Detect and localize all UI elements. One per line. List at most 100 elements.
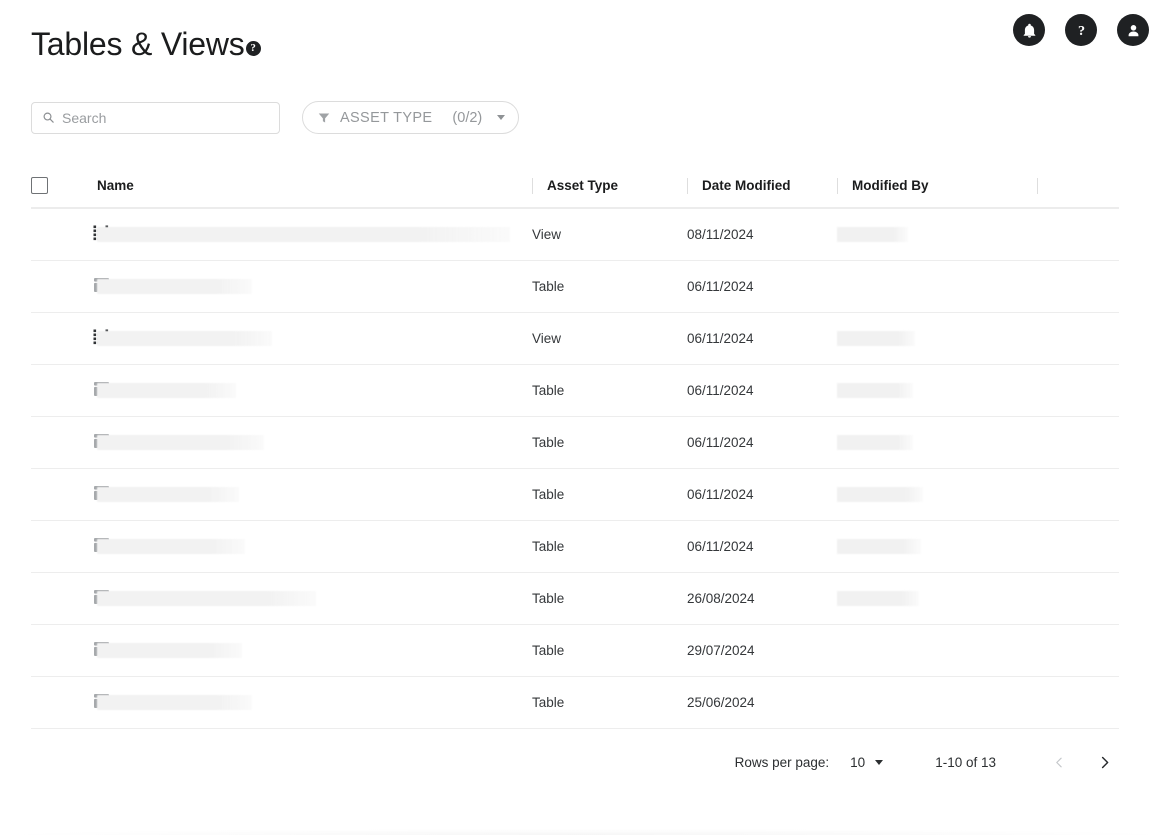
redacted-name-value <box>97 539 245 554</box>
column-divider <box>532 177 533 194</box>
help-circle-icon[interactable]: ? <box>245 40 261 56</box>
cell-actions <box>1037 261 1119 312</box>
rows-per-page-select[interactable]: 10 <box>850 755 884 770</box>
row-type-icon-cell <box>31 365 110 416</box>
cell-modified-by <box>837 365 1037 416</box>
table-row[interactable]: Table 06/11/2024 <box>31 417 1119 469</box>
asset-type-filter-count: (0/2) <box>452 109 483 126</box>
cell-modified-by <box>837 313 1037 364</box>
cell-date-modified: 06/11/2024 <box>687 383 754 398</box>
cell-asset-type: Table <box>532 383 565 398</box>
redacted-name-value <box>97 591 316 606</box>
chevron-left-icon <box>1055 757 1062 767</box>
cell-name[interactable] <box>97 521 532 572</box>
column-header-asset-type[interactable]: Asset Type <box>532 164 687 207</box>
column-header-name[interactable]: Name <box>97 164 532 207</box>
column-header-modified-by[interactable]: Modified By <box>837 164 1037 207</box>
cell-actions <box>1037 313 1119 364</box>
cell-date-modified: 26/08/2024 <box>687 591 755 606</box>
cell-asset-type: View <box>532 227 562 242</box>
redacted-name-value <box>97 435 264 450</box>
help-circle-glyph: ? <box>250 41 256 54</box>
cell-date-modified: 08/11/2024 <box>687 227 754 242</box>
cell-asset-type: Table <box>532 643 565 658</box>
redacted-name-value <box>97 643 242 658</box>
cell-actions <box>1037 365 1119 416</box>
row-type-icon-cell <box>31 261 110 312</box>
cell-date-modified: 29/07/2024 <box>687 643 755 658</box>
row-type-icon-cell <box>31 313 109 364</box>
cell-modified-by <box>837 521 1037 572</box>
help-question-icon[interactable]: ? <box>1065 14 1097 46</box>
cell-date-modified: 06/11/2024 <box>687 331 754 346</box>
table-row[interactable]: Table 06/11/2024 <box>31 521 1119 573</box>
cell-actions <box>1037 573 1119 624</box>
cell-name[interactable] <box>97 365 532 416</box>
column-header-asset-type-label: Asset Type <box>547 178 619 193</box>
redacted-name-value <box>97 383 236 398</box>
cell-name[interactable] <box>97 313 532 364</box>
cell-modified-by <box>837 625 1037 676</box>
table-row[interactable]: Table 29/07/2024 <box>31 625 1119 677</box>
user-account-icon[interactable] <box>1117 14 1149 46</box>
cell-actions <box>1037 625 1119 676</box>
column-header-actions <box>1037 164 1119 207</box>
cell-actions <box>1037 521 1119 572</box>
table-row[interactable]: View 08/11/2024 <box>31 209 1119 261</box>
redacted-modified-by-value <box>837 383 913 398</box>
redacted-modified-by-value <box>837 591 919 606</box>
column-header-date-modified[interactable]: Date Modified <box>687 164 837 207</box>
column-header-name-label: Name <box>97 178 134 193</box>
select-all-checkbox[interactable] <box>31 177 48 194</box>
rows-per-page-label: Rows per page: <box>734 754 830 770</box>
row-type-icon-cell <box>31 521 110 572</box>
cell-name[interactable] <box>97 261 532 312</box>
cell-date-modified: 25/06/2024 <box>687 695 755 710</box>
search-input[interactable] <box>62 109 269 126</box>
cell-actions <box>1037 417 1119 468</box>
redacted-modified-by-value <box>837 331 915 346</box>
cell-name[interactable] <box>97 625 532 676</box>
table-row[interactable]: Table 06/11/2024 <box>31 469 1119 521</box>
top-bar-icons: ? <box>1013 14 1149 46</box>
chevron-right-icon <box>1101 756 1108 768</box>
notifications-bell-icon[interactable] <box>1013 14 1045 46</box>
redacted-modified-by-value <box>837 227 908 242</box>
cell-modified-by <box>837 677 1037 728</box>
cell-name[interactable] <box>97 417 532 468</box>
table-row[interactable]: Table 06/11/2024 <box>31 365 1119 417</box>
cell-modified-by <box>837 261 1037 312</box>
table-header-row: Name Asset Type Date Modified Modified B… <box>31 164 1119 209</box>
cell-date-modified: 06/11/2024 <box>687 435 754 450</box>
column-header-date-modified-label: Date Modified <box>702 178 791 193</box>
cell-name[interactable] <box>97 209 532 260</box>
previous-page-button[interactable] <box>1044 747 1074 777</box>
cell-name[interactable] <box>97 469 532 520</box>
next-page-button[interactable] <box>1089 747 1119 777</box>
search-icon <box>43 112 54 123</box>
redacted-name-value <box>97 279 252 294</box>
cell-actions <box>1037 209 1119 260</box>
asset-type-filter-button[interactable]: ASSET TYPE (0/2) <box>302 101 520 134</box>
table-row[interactable]: Table 06/11/2024 <box>31 261 1119 313</box>
redacted-name-value <box>97 487 239 502</box>
cell-name[interactable] <box>97 573 532 624</box>
row-type-icon-cell <box>31 677 110 728</box>
cell-name[interactable] <box>97 677 532 728</box>
cell-actions <box>1037 677 1119 728</box>
bottom-edge-shadow <box>0 829 1173 835</box>
cell-actions <box>1037 469 1119 520</box>
table-row[interactable]: Table 26/08/2024 <box>31 573 1119 625</box>
select-all-cell <box>31 164 97 207</box>
table-row[interactable]: View 06/11/2024 <box>31 313 1119 365</box>
cell-date-modified: 06/11/2024 <box>687 279 754 294</box>
cell-asset-type: Table <box>532 435 565 450</box>
cell-asset-type: Table <box>532 279 565 294</box>
chevron-down-icon <box>497 115 506 120</box>
table-row[interactable]: Table 25/06/2024 <box>31 677 1119 729</box>
cell-modified-by <box>837 417 1037 468</box>
redacted-name-value <box>97 331 272 346</box>
redacted-name-value <box>97 227 510 242</box>
row-type-icon-cell <box>31 625 110 676</box>
search-box[interactable] <box>31 101 280 134</box>
